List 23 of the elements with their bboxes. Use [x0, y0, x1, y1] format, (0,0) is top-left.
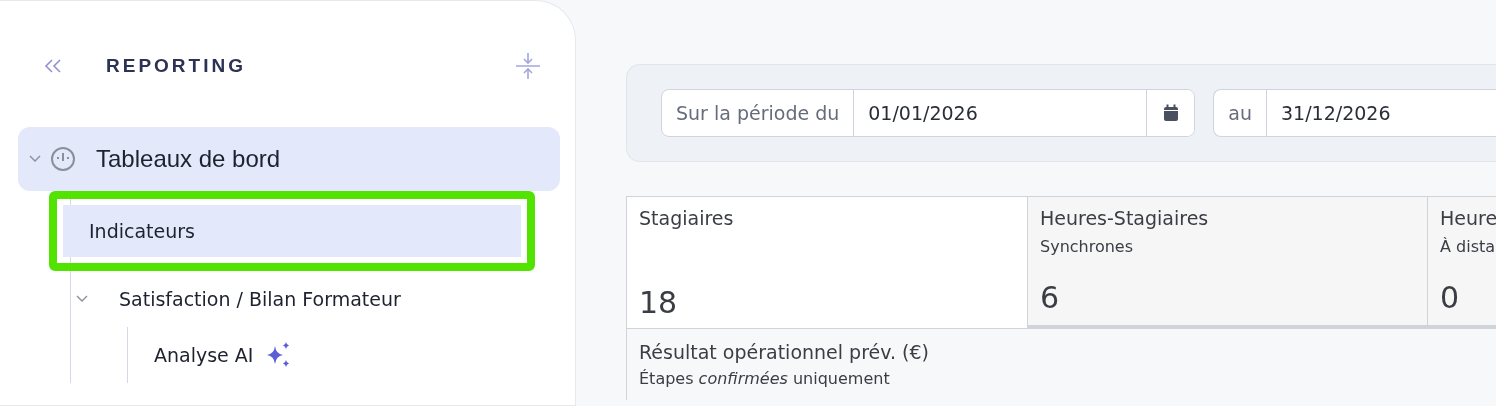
tree-item[interactable]: Indicateurs [49, 191, 535, 271]
stat-card[interactable]: Heures-Stagiaires Synchrones 6 [1027, 197, 1427, 329]
card-title: Stagiaires [639, 207, 735, 229]
sidebar-title: REPORTING [106, 55, 247, 77]
tree-item[interactable]: Analyse AI [154, 327, 557, 383]
card-title: Résultat opérationnel prév. (€) [639, 341, 931, 363]
tree-item[interactable]: Tableaux de bord [18, 127, 560, 191]
card-note: Étapes confirmées uniquement [639, 369, 891, 388]
stat-card[interactable]: Heure À dista 0 [1427, 197, 1496, 329]
stat-card[interactable]: Stagiaires 18 [627, 197, 1027, 329]
tree-item[interactable]: Satisfaction / Bilan Formateur [71, 271, 557, 327]
card-value: 18 [639, 285, 679, 320]
chevron-down-icon[interactable] [75, 294, 89, 304]
card-title: Heures-Stagiaires [1040, 207, 1210, 229]
collapse-all-icon[interactable] [515, 51, 541, 81]
card-value: 0 [1440, 280, 1461, 315]
card-value: 6 [1040, 280, 1061, 315]
gauge-icon [50, 146, 76, 172]
collapse-icon[interactable] [42, 58, 64, 74]
card-title: Heure [1440, 207, 1496, 229]
chevron-down-icon[interactable] [28, 154, 42, 164]
card-subtitle: À dista [1440, 237, 1496, 256]
card-subtitle: Synchrones [1040, 237, 1135, 256]
